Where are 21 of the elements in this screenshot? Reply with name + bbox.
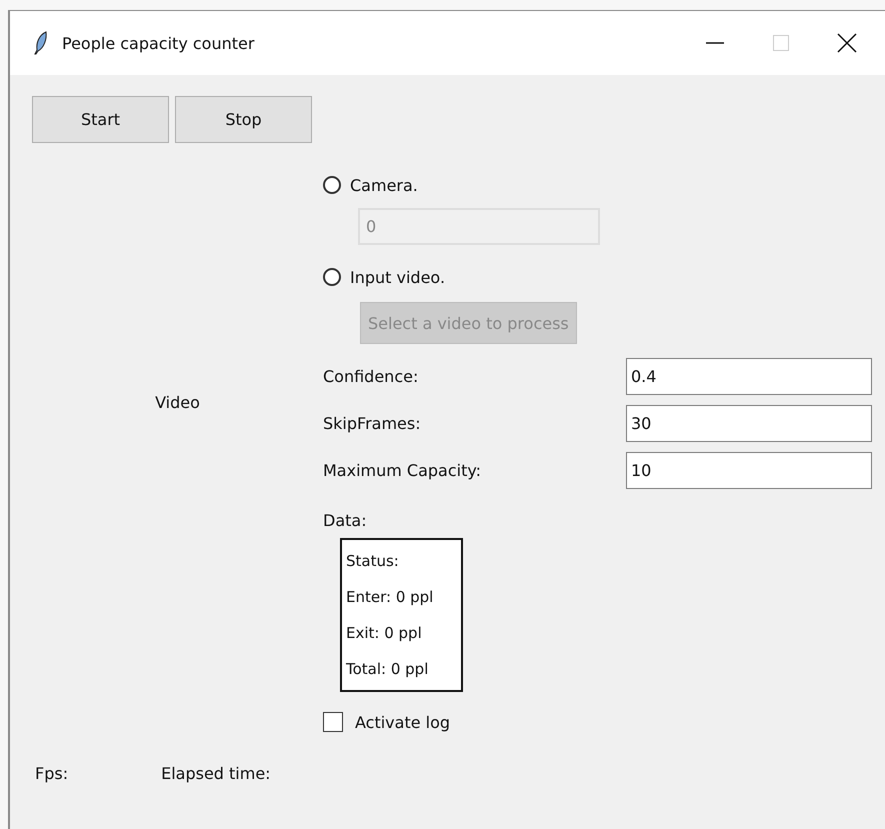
data-line: Total: 0 ppl: [346, 659, 430, 680]
input-field[interactable]: 30: [626, 405, 872, 442]
toolbar-button[interactable]: Start: [32, 96, 169, 143]
feather-icon: [34, 31, 48, 55]
toolbar-button[interactable]: Stop: [175, 96, 312, 143]
checkbox-label[interactable]: Activate log: [355, 712, 450, 732]
video-label: Video: [155, 393, 200, 412]
close-icon[interactable]: [837, 33, 857, 53]
data-line: Exit: 0 ppl: [346, 623, 423, 644]
field-label: Maximum Capacity:: [323, 461, 482, 480]
status-label: Fps:: [35, 764, 68, 783]
status-label: Elapsed time:: [161, 764, 271, 783]
data-label: Data:: [323, 511, 367, 530]
field-label: Confidence:: [323, 367, 420, 386]
input-field[interactable]: 10: [626, 452, 872, 489]
data-line: Status:: [346, 551, 400, 572]
field-label: SkipFrames:: [323, 414, 422, 433]
checkbox[interactable]: [323, 712, 343, 732]
window-title: People capacity counter: [62, 34, 254, 52]
data-line: Enter: 0 ppl: [346, 587, 434, 608]
input-field[interactable]: 0.4: [626, 358, 872, 395]
